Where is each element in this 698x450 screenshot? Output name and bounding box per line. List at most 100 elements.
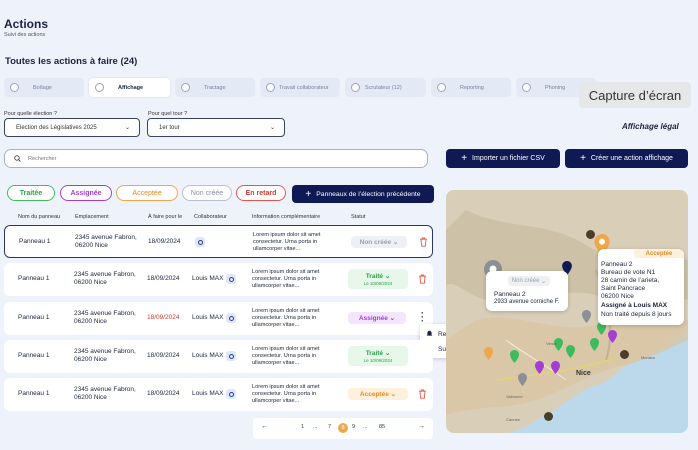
map-pin-icon[interactable] [582, 310, 591, 323]
collaborator-name: Louis MAX [192, 352, 224, 359]
page-link[interactable]: 9 [352, 424, 355, 430]
status-label: Acceptée ⌄ [359, 391, 397, 398]
status-badge[interactable]: Acceptée ⌄ [348, 388, 408, 400]
map-place-label: Cannes [506, 417, 520, 422]
page-link[interactable]: 7 [328, 424, 331, 430]
table-row[interactable]: Panneau 1 2345 avenue Fabron, 06200 Nice… [4, 302, 433, 335]
screenshot-label: Capture d’écran [579, 82, 691, 108]
table-row[interactable]: Panneau 1 2345 avenue Fabron, 06200 Nice… [4, 378, 433, 411]
map-place-label: Monaco [641, 355, 656, 360]
due-date: 18/09/2024 [147, 352, 180, 359]
popup-assigned: Assigné à Louis MAX [601, 302, 668, 309]
status-badge: Non créée ⌄ [508, 276, 550, 286]
mailbox-icon [10, 83, 19, 92]
tab-tractage[interactable]: Tractage [175, 78, 255, 97]
tab-label: Tractage [204, 84, 226, 91]
team-icon [266, 83, 275, 92]
trash-icon[interactable] [418, 274, 427, 284]
status-badge[interactable]: Non créée ⌄ [351, 236, 407, 248]
table-row[interactable]: Panneau 1 2345 avenue Fabron, 06200 Nice… [4, 340, 433, 373]
tab-label: Boîtage [33, 84, 52, 91]
status-badge[interactable]: Assignée ⌄ [348, 312, 406, 324]
map-pin-icon[interactable] [551, 361, 560, 374]
tab-boitage[interactable]: Boîtage [4, 78, 84, 97]
map-city-label: Nice [576, 370, 591, 377]
map-pin-icon[interactable] [590, 338, 599, 351]
chart-icon [437, 83, 446, 92]
tab-label: Affichage [118, 84, 144, 91]
tab-label: Reporting [460, 84, 484, 91]
status-badge[interactable]: Traité ⌄ Le 10/09/2024 [348, 269, 408, 289]
previous-panels-button[interactable]: + Panneaux de l’élection précédente [292, 185, 434, 203]
panel-address-line: 2345 avenue Fabron, [74, 271, 136, 278]
tour-select[interactable]: 1er tour ⌄ [147, 118, 285, 137]
map-pin-icon[interactable] [535, 361, 544, 374]
table-row[interactable]: Panneau 1 2345 avenue Fabron, 06200 Nice… [4, 225, 433, 258]
map-photo-marker[interactable] [586, 230, 595, 239]
election-label: Pour quelle élection ? [4, 111, 57, 117]
map-pin-icon[interactable] [510, 350, 519, 363]
tab-affichage[interactable]: Affichage [89, 78, 170, 97]
col-header-collab: Collaborateur [194, 214, 228, 220]
map-pin-icon[interactable] [484, 347, 493, 360]
additional-info: Lorem ipsum dolor sit amet consectetur. … [252, 384, 320, 404]
filter-chip-traitee[interactable]: Traitée [7, 185, 55, 201]
col-header-info: Information complémentaire [252, 214, 321, 220]
collaborator-icon[interactable] [195, 237, 205, 247]
popup-panel-name: Panneau 2 [494, 291, 526, 298]
filter-chip-non-creee[interactable]: Non créée [182, 185, 232, 201]
map-pin-icon[interactable] [608, 330, 617, 343]
page-subtitle: Suivi des actions [4, 32, 46, 38]
map-popup-acceptee[interactable]: Acceptée Panneau 2 Bureau de vote N1 28 … [598, 249, 684, 325]
popup-pending: Non traité depuis 8 jours [601, 311, 672, 318]
filter-chip-en-retard[interactable]: En retard [236, 185, 286, 201]
tab-travail-collaborateur[interactable]: Travail collaborateur [260, 78, 340, 97]
popup-panel-name: Panneau 2 [601, 261, 633, 268]
panel-address-city: 06200 Nice [74, 318, 107, 325]
flyer-icon [181, 83, 190, 92]
collaborator-icon[interactable] [226, 389, 236, 399]
map-pin-icon[interactable] [518, 373, 527, 386]
map-popup-non-creee[interactable]: Non créée ⌄ Panneau 2 2933 avenue cornic… [486, 271, 568, 311]
create-action-button[interactable]: + Créer une action affichage [565, 149, 688, 168]
trash-icon[interactable] [419, 237, 428, 247]
popup-panel-address: 2933 avenue corniche F. [494, 299, 560, 305]
filter-chip-acceptee[interactable]: Acceptée [116, 185, 178, 201]
collaborator-icon[interactable] [226, 351, 236, 361]
page-link[interactable]: 1 [301, 424, 304, 430]
tab-reporting[interactable]: Reporting [431, 78, 511, 97]
page-ellipsis: ... [363, 424, 368, 430]
tab-scrutateur[interactable]: Scrutateur (12) [345, 78, 426, 97]
search-input[interactable] [28, 155, 408, 162]
import-csv-button[interactable]: + Importer un fichier CSV [446, 149, 560, 168]
next-page-arrow-icon[interactable]: → [418, 423, 425, 430]
status-label: Traité ⌄ [365, 350, 391, 357]
search-bar [4, 149, 428, 168]
panel-address-line: 2345 avenue Fabron, [75, 234, 137, 241]
collaborator-name: Louis MAX [192, 390, 224, 397]
map-view[interactable]: Nice Monaco Cannes Valbonne Vence Contes… [446, 190, 688, 433]
election-select[interactable]: Election des Législatives 2025 ⌄ [4, 118, 140, 137]
trash-icon[interactable] [418, 389, 427, 399]
map-photo-marker[interactable] [544, 412, 553, 421]
filter-chip-assignee[interactable]: Assignée [60, 185, 112, 201]
current-page[interactable]: 8 [338, 423, 348, 433]
tab-label: Travail collaborateur [279, 84, 329, 91]
collaborator-icon[interactable] [226, 313, 236, 323]
status-badge[interactable]: Traité ⌄ Le 10/09/2024 [348, 346, 408, 366]
additional-info: Lorem ipsum dolor sit amet consectetur. … [252, 346, 320, 366]
status-label: Non créée ⌄ [359, 239, 399, 246]
collaborator-icon[interactable] [226, 274, 236, 284]
map-pin-icon[interactable] [566, 345, 575, 358]
prev-page-arrow-icon[interactable]: ← [261, 423, 268, 430]
button-label: Créer une action affichage [590, 155, 673, 162]
map-photo-marker[interactable] [620, 350, 629, 359]
panel-address-city: 06200 Nice [74, 394, 107, 401]
due-date: 18/09/2024 [148, 238, 181, 245]
col-header-name: Nom du panneau [18, 214, 61, 220]
panel-name: Panneau 1 [18, 390, 50, 397]
page-link[interactable]: 85 [379, 424, 385, 430]
table-row[interactable]: Panneau 1 2345 avenue Fabron, 06200 Nice… [4, 263, 433, 296]
more-options-icon[interactable]: · · · [421, 309, 424, 326]
panel-address-city: 06200 Nice [75, 242, 108, 249]
